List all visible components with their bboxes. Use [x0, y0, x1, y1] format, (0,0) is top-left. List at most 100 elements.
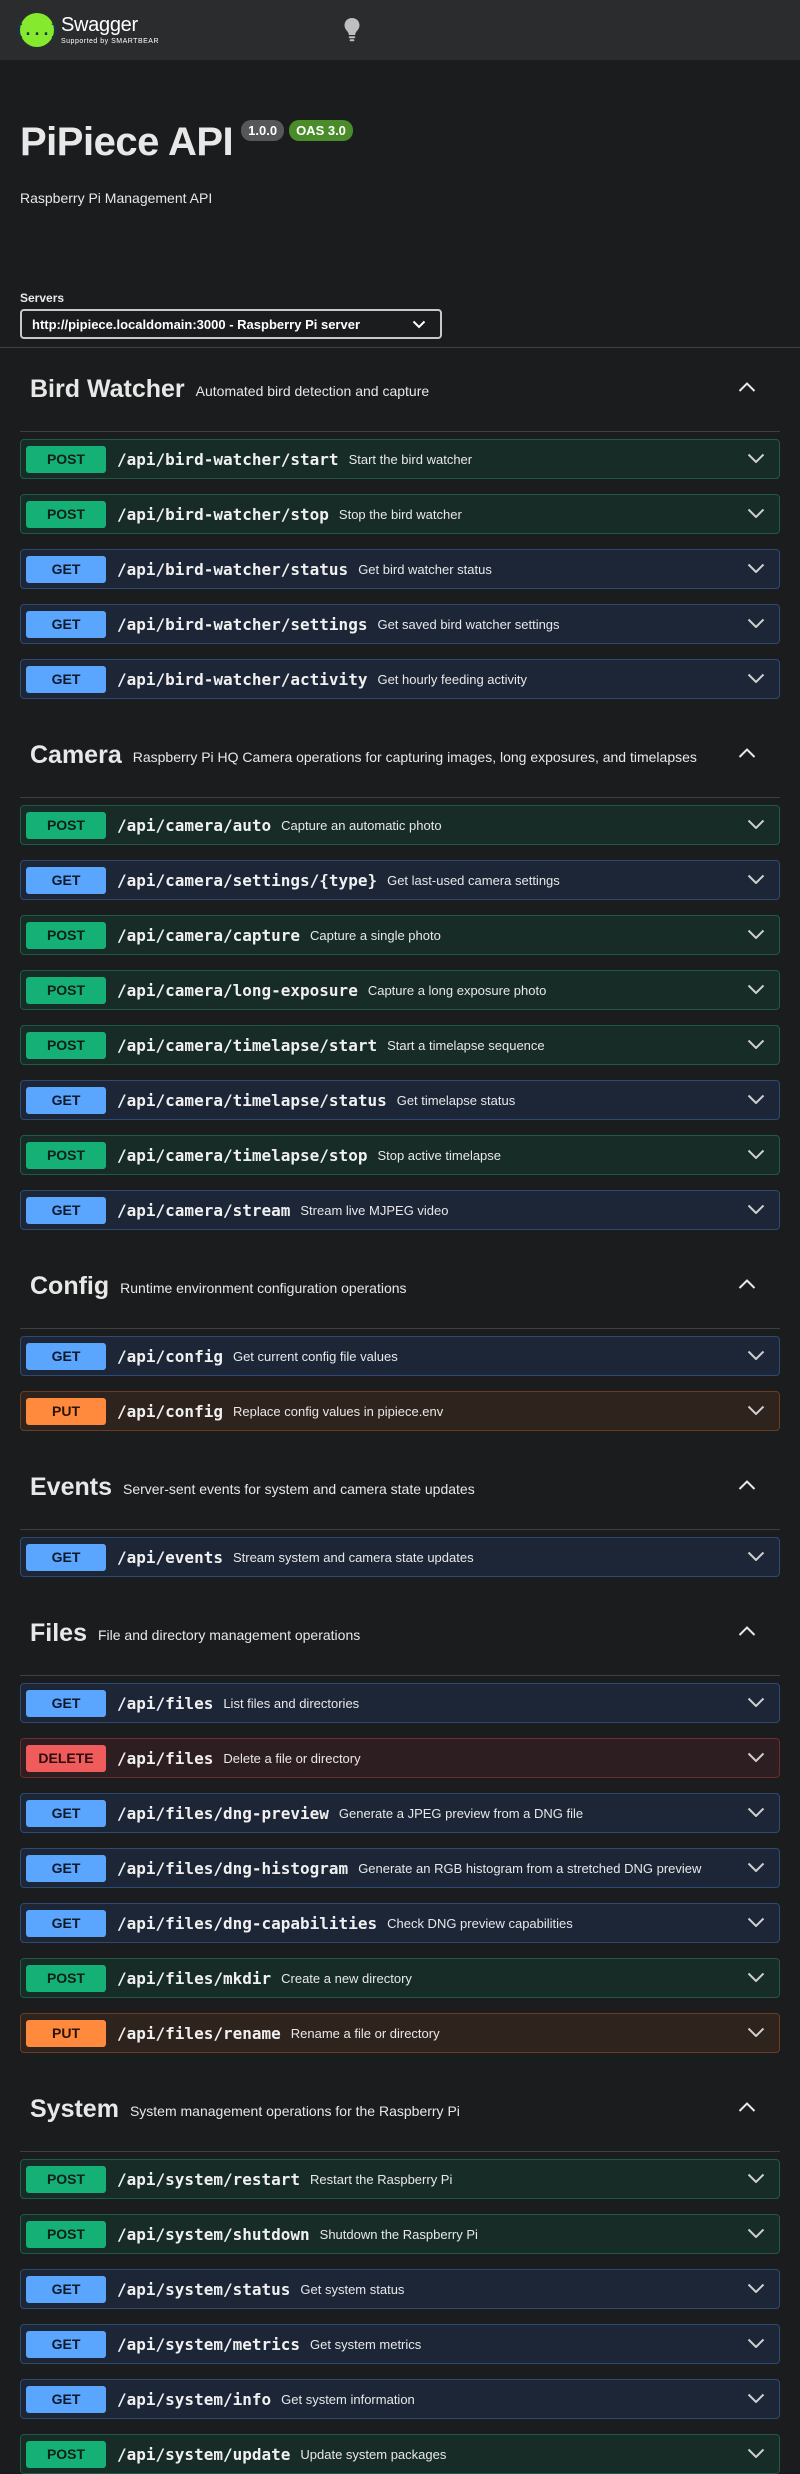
operation-path: /api/files/dng-histogram — [117, 1858, 349, 1878]
operation-summary: Shutdown the Raspberry Pi — [319, 2226, 478, 2242]
chevron-up-icon[interactable] — [738, 2102, 756, 2112]
operation-row[interactable]: POST/api/bird-watcher/start Start the bir… — [20, 439, 780, 479]
chevron-down-icon[interactable] — [747, 819, 765, 829]
operation-row[interactable]: POST/api/system/update Update system pack… — [20, 2434, 780, 2474]
method-badge: PUT — [26, 2019, 106, 2047]
operation-row[interactable]: GET/api/bird-watcher/settings Get saved b… — [20, 604, 780, 644]
swagger-logo[interactable]: {...} Swagger Supported by SMARTBEAR — [14, 13, 160, 47]
operation-path: /api/files — [117, 1693, 214, 1713]
operation-row[interactable]: POST/api/system/restart Restart the Raspb… — [20, 2159, 780, 2199]
chevron-down-icon[interactable] — [747, 1149, 765, 1159]
chevron-down-icon[interactable] — [747, 618, 765, 628]
operation-row[interactable]: POST/api/camera/timelapse/stop Stop activ… — [20, 1135, 780, 1175]
tag-section: Events Server-sent events for system and … — [0, 1446, 800, 1577]
operation-summary: Capture an automatic photo — [281, 817, 442, 833]
operation-row[interactable]: GET/api/config Get current config file va… — [20, 1336, 780, 1376]
operation-row[interactable]: POST/api/bird-watcher/stop Stop the bird … — [20, 494, 780, 534]
tag-header[interactable]: Bird Watcher Automated bird detection and… — [20, 348, 780, 432]
chevron-down-icon[interactable] — [747, 1204, 765, 1214]
operation-row[interactable]: POST/api/system/shutdown Shutdown the Ras… — [20, 2214, 780, 2254]
operation-row[interactable]: POST/api/camera/auto Capture an automatic… — [20, 805, 780, 845]
chevron-down-icon[interactable] — [747, 2283, 765, 2293]
chevron-down-icon[interactable] — [747, 1350, 765, 1360]
chevron-down-icon[interactable] — [747, 1862, 765, 1872]
chevron-down-icon[interactable] — [747, 1551, 765, 1561]
operation-path: /api/camera/stream — [117, 1200, 291, 1220]
operation-path: /api/bird-watcher/start — [117, 449, 339, 469]
chevron-down-icon[interactable] — [747, 1405, 765, 1415]
server-select[interactable]: http://pipiece.localdomain:3000 - Raspbe… — [20, 309, 442, 339]
operation-row[interactable]: GET/api/camera/stream Stream live MJPEG v… — [20, 1190, 780, 1230]
operation-row[interactable]: GET/api/camera/settings/{type} Get last-u… — [20, 860, 780, 900]
operation-summary: Get hourly feeding activity — [377, 671, 528, 687]
chevron-down-icon[interactable] — [747, 2338, 765, 2348]
operation-row[interactable]: GET/api/camera/timelapse/status Get timel… — [20, 1080, 780, 1120]
chevron-down-icon[interactable] — [747, 1697, 765, 1707]
tag-description: System management operations for the Ras… — [129, 2103, 460, 2119]
chevron-up-icon[interactable] — [738, 748, 756, 758]
logo-subtitle: Supported by SMARTBEAR — [61, 38, 160, 45]
chevron-down-icon[interactable] — [747, 2393, 765, 2403]
method-badge: GET — [26, 555, 106, 583]
operation-row[interactable]: GET/api/bird-watcher/status Get bird watc… — [20, 549, 780, 589]
tag-description: File and directory management operations — [97, 1627, 361, 1643]
chevron-down-icon[interactable] — [747, 1917, 765, 1927]
chevron-down-icon[interactable] — [747, 563, 765, 573]
chevron-up-icon[interactable] — [738, 1480, 756, 1490]
operation-row[interactable]: GET/api/events Stream system and camera s… — [20, 1537, 780, 1577]
method-badge: POST — [26, 500, 106, 528]
chevron-up-icon[interactable] — [738, 1279, 756, 1289]
operation-path: /api/camera/timelapse/stop — [117, 1145, 368, 1165]
topbar: {...} Swagger Supported by SMARTBEAR — [0, 0, 800, 60]
operation-row[interactable]: GET/api/files/dng-preview Generate a JPEG… — [20, 1793, 780, 1833]
operation-path: /api/camera/timelapse/start — [117, 1035, 378, 1055]
tag-header[interactable]: Events Server-sent events for system and … — [20, 1446, 780, 1530]
chevron-up-icon[interactable] — [738, 1626, 756, 1636]
operation-summary: Get system information — [281, 2391, 415, 2407]
chevron-down-icon[interactable] — [747, 1807, 765, 1817]
operation-summary: Get bird watcher status — [358, 561, 492, 577]
operation-path: /api/bird-watcher/stop — [117, 504, 329, 524]
chevron-up-icon[interactable] — [738, 382, 756, 392]
operation-row[interactable]: POST/api/files/mkdir Create a new directo… — [20, 1958, 780, 1998]
operation-row[interactable]: POST/api/camera/capture Capture a single … — [20, 915, 780, 955]
operation-row[interactable]: GET/api/bird-watcher/activity Get hourly … — [20, 659, 780, 699]
chevron-down-icon[interactable] — [747, 2173, 765, 2183]
chevron-down-icon[interactable] — [747, 984, 765, 994]
operation-row[interactable]: GET/api/system/info Get system informatio… — [20, 2379, 780, 2419]
operation-summary: Check DNG preview capabilities — [387, 1915, 573, 1931]
chevron-down-icon[interactable] — [747, 1039, 765, 1049]
operation-row[interactable]: POST/api/camera/long-exposure Capture a l… — [20, 970, 780, 1010]
operation-row[interactable]: DELETE/api/files Delete a file or directo… — [20, 1738, 780, 1778]
chevron-down-icon[interactable] — [747, 1972, 765, 1982]
operation-row[interactable]: PUT/api/files/rename Rename a file or dir… — [20, 2013, 780, 2053]
operation-row[interactable]: POST/api/camera/timelapse/start Start a t… — [20, 1025, 780, 1065]
operation-summary: Get last-used camera settings — [387, 872, 560, 888]
operation-row[interactable]: GET/api/system/status Get system status — [20, 2269, 780, 2309]
operation-row[interactable]: GET/api/files List files and directories — [20, 1683, 780, 1723]
chevron-down-icon[interactable] — [747, 929, 765, 939]
operation-row[interactable]: PUT/api/config Replace config values in p… — [20, 1391, 780, 1431]
method-badge: GET — [26, 1854, 106, 1882]
chevron-down-icon[interactable] — [747, 508, 765, 518]
operation-row[interactable]: GET/api/files/dng-capabilities Check DNG … — [20, 1903, 780, 1943]
chevron-down-icon[interactable] — [747, 1094, 765, 1104]
operation-summary: Replace config values in pipiece.env — [232, 1403, 444, 1419]
tag-header[interactable]: Camera Raspberry Pi HQ Camera operations … — [20, 714, 780, 798]
chevron-down-icon[interactable] — [747, 1752, 765, 1762]
chevron-down-icon[interactable] — [747, 673, 765, 683]
chevron-down-icon[interactable] — [747, 2228, 765, 2238]
operation-row[interactable]: GET/api/files/dng-histogram Generate an R… — [20, 1848, 780, 1888]
operation-path: /api/camera/capture — [117, 925, 301, 945]
operation-row[interactable]: GET/api/system/metrics Get system metrics — [20, 2324, 780, 2364]
chevron-down-icon[interactable] — [747, 2448, 765, 2458]
chevron-down-icon[interactable] — [747, 874, 765, 884]
tag-header[interactable]: Files File and directory management opera… — [20, 1592, 780, 1676]
tag-header[interactable]: Config Runtime environment configuration … — [20, 1245, 780, 1329]
tag-header[interactable]: System System management operations for t… — [20, 2068, 780, 2152]
chevron-down-icon[interactable] — [747, 453, 765, 463]
lightbulb-icon[interactable] — [343, 17, 361, 43]
chevron-down-icon[interactable] — [747, 2027, 765, 2037]
method-badge: GET — [26, 1909, 106, 1937]
operation-path: /api/config — [117, 1401, 223, 1421]
